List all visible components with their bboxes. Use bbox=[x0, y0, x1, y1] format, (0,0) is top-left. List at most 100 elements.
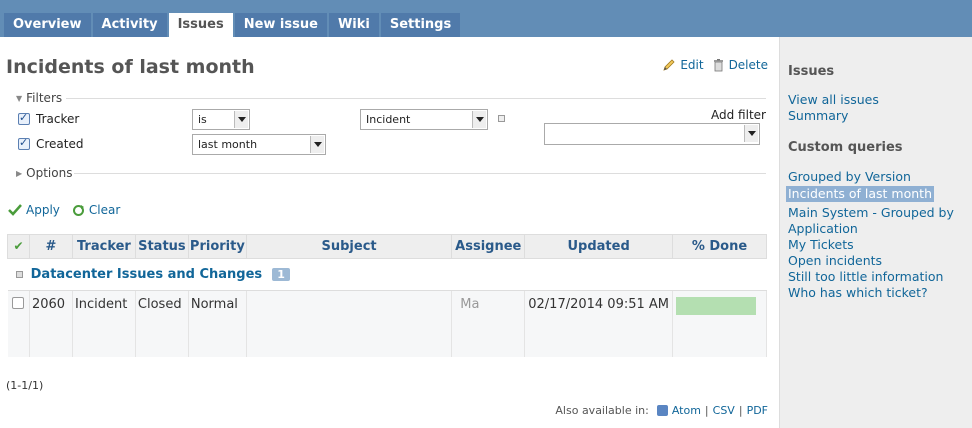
pagination: (1-1/1) bbox=[6, 379, 44, 392]
column-header-subject[interactable]: Subject bbox=[245, 234, 453, 259]
top-menu-bar: Overview Activity Issues New issue Wiki … bbox=[0, 0, 972, 37]
collapse-triangle-icon: ▼ bbox=[16, 93, 23, 103]
issues-table: ✔ # Tracker Status Priority Subject Assi… bbox=[7, 234, 768, 357]
clear-label: Clear bbox=[88, 203, 121, 217]
format-separator: | bbox=[738, 404, 743, 417]
tab-activity[interactable]: Activity bbox=[92, 13, 167, 37]
apply-label: Apply bbox=[26, 203, 60, 217]
checkmark-icon: ✔ bbox=[13, 239, 24, 253]
query-link-who-has-which-ticket[interactable]: Who has which ticket? bbox=[788, 285, 928, 301]
edit-label: Edit bbox=[680, 58, 704, 72]
delete-label: Delete bbox=[728, 58, 768, 72]
tab-settings[interactable]: Settings bbox=[380, 13, 461, 37]
group-collapse-icon[interactable] bbox=[15, 271, 23, 278]
created-value: last month bbox=[198, 138, 258, 151]
column-header-tracker[interactable]: Tracker bbox=[71, 234, 136, 259]
filters-legend-label: Filters bbox=[26, 91, 63, 105]
add-filter-label: Add filter bbox=[711, 108, 766, 122]
tracker-operator-select[interactable]: is bbox=[192, 109, 250, 130]
contextual-actions: Edit Delete bbox=[662, 58, 768, 72]
tab-wiki[interactable]: Wiki bbox=[328, 13, 379, 37]
sidebar-custom-queries-heading: Custom queries bbox=[788, 140, 903, 155]
issue-status: Closed bbox=[135, 290, 189, 357]
pencil-icon bbox=[663, 59, 675, 71]
edit-button[interactable]: Edit bbox=[662, 58, 704, 72]
created-label: Created bbox=[36, 137, 84, 151]
done-progress-cell bbox=[672, 290, 768, 357]
summary-link[interactable]: Summary bbox=[788, 108, 848, 124]
view-all-issues-link[interactable]: View all issues bbox=[788, 92, 879, 108]
progress-bar bbox=[675, 297, 756, 315]
atom-link[interactable]: Atom bbox=[672, 404, 701, 417]
issue-updated: 02/17/2014 09:51 AM bbox=[524, 290, 673, 357]
query-link-main-system-continued[interactable]: Application bbox=[788, 221, 858, 237]
column-header-priority[interactable]: Priority bbox=[187, 234, 247, 259]
toggle-all-header[interactable]: ✔ bbox=[7, 234, 30, 259]
query-link-incidents-last-month[interactable]: Incidents of last month bbox=[786, 186, 935, 202]
column-header-id[interactable]: # bbox=[28, 234, 73, 259]
other-formats: Also available in: Atom | CSV | PDF bbox=[555, 404, 768, 417]
issue-assignee[interactable]: Ma bbox=[451, 290, 526, 357]
group-count-badge: 1 bbox=[272, 268, 290, 281]
delete-button[interactable]: Delete bbox=[712, 58, 768, 72]
trash-icon bbox=[713, 59, 723, 72]
options-legend-label: Options bbox=[26, 166, 73, 180]
column-header-updated[interactable]: Updated bbox=[524, 234, 673, 259]
tracker-checkbox[interactable] bbox=[18, 111, 30, 125]
query-link-my-tickets[interactable]: My Tickets bbox=[788, 237, 854, 253]
table-row[interactable]: 2060 Incident Closed Normal Ma 02/17/201… bbox=[7, 290, 768, 357]
created-checkbox[interactable] bbox=[18, 136, 30, 150]
query-actions: Apply Clear bbox=[8, 203, 120, 217]
group-row: Datacenter Issues and Changes 1 bbox=[7, 258, 767, 291]
issue-id[interactable]: 2060 bbox=[29, 290, 73, 357]
issue-tracker: Incident bbox=[72, 290, 136, 357]
issue-priority: Normal bbox=[188, 290, 247, 357]
main-content: Incidents of last month Edit Delete ▼ Fi… bbox=[0, 37, 779, 428]
filters-divider bbox=[66, 98, 766, 99]
query-link-open-incidents[interactable]: Open incidents bbox=[788, 253, 882, 269]
row-checkbox[interactable] bbox=[11, 297, 24, 309]
feed-icon bbox=[656, 405, 668, 416]
column-header-assignee[interactable]: Assignee bbox=[451, 234, 526, 259]
query-link-grouped-by-version[interactable]: Grouped by Version bbox=[788, 169, 911, 185]
checkmark-icon bbox=[8, 204, 22, 216]
project-tabs: Overview Activity Issues New issue Wiki … bbox=[4, 13, 461, 37]
options-legend[interactable]: ▶ Options bbox=[16, 166, 72, 180]
formats-prefix: Also available in: bbox=[555, 404, 649, 417]
column-header-done[interactable]: % Done bbox=[671, 234, 768, 259]
options-divider bbox=[74, 173, 766, 174]
tracker-operator-value: is bbox=[198, 113, 207, 126]
format-separator: | bbox=[704, 404, 709, 417]
page-title: Incidents of last month bbox=[6, 56, 255, 78]
tab-overview[interactable]: Overview bbox=[4, 13, 91, 37]
tracker-filter: Tracker bbox=[18, 111, 80, 126]
toggle-multiselect-icon[interactable] bbox=[498, 115, 505, 122]
created-operator-select[interactable]: last month bbox=[192, 134, 326, 155]
add-filter-select[interactable] bbox=[544, 123, 760, 145]
issue-subject[interactable] bbox=[246, 290, 453, 357]
sidebar: Issues View all issues Summary Custom qu… bbox=[779, 37, 972, 428]
reload-icon bbox=[72, 204, 84, 216]
dropdown-arrow-icon bbox=[472, 111, 486, 128]
tab-issues[interactable]: Issues bbox=[168, 13, 233, 37]
query-link-too-little-info[interactable]: Still too little information bbox=[788, 269, 943, 285]
expand-triangle-icon: ▶ bbox=[16, 168, 23, 178]
sidebar-issues-heading: Issues bbox=[788, 64, 835, 79]
created-filter: Created bbox=[18, 136, 84, 151]
tracker-value-select[interactable]: Incident bbox=[360, 109, 488, 130]
dropdown-arrow-icon bbox=[234, 111, 248, 128]
table-header-row: ✔ # Tracker Status Priority Subject Assi… bbox=[7, 234, 768, 259]
progress-fill bbox=[675, 297, 756, 315]
dropdown-arrow-icon bbox=[744, 125, 758, 142]
column-header-status[interactable]: Status bbox=[134, 234, 189, 259]
dropdown-arrow-icon bbox=[310, 136, 324, 153]
clear-button[interactable]: Clear bbox=[72, 203, 120, 217]
group-name[interactable]: Datacenter Issues and Changes bbox=[31, 267, 263, 282]
apply-button[interactable]: Apply bbox=[8, 203, 60, 217]
pdf-link[interactable]: PDF bbox=[747, 404, 768, 417]
query-link-main-system[interactable]: Main System - Grouped by bbox=[788, 205, 954, 221]
filters-legend[interactable]: ▼ Filters bbox=[16, 91, 62, 105]
tracker-label: Tracker bbox=[36, 112, 80, 126]
tab-new-issue[interactable]: New issue bbox=[234, 13, 327, 37]
csv-link[interactable]: CSV bbox=[713, 404, 735, 417]
